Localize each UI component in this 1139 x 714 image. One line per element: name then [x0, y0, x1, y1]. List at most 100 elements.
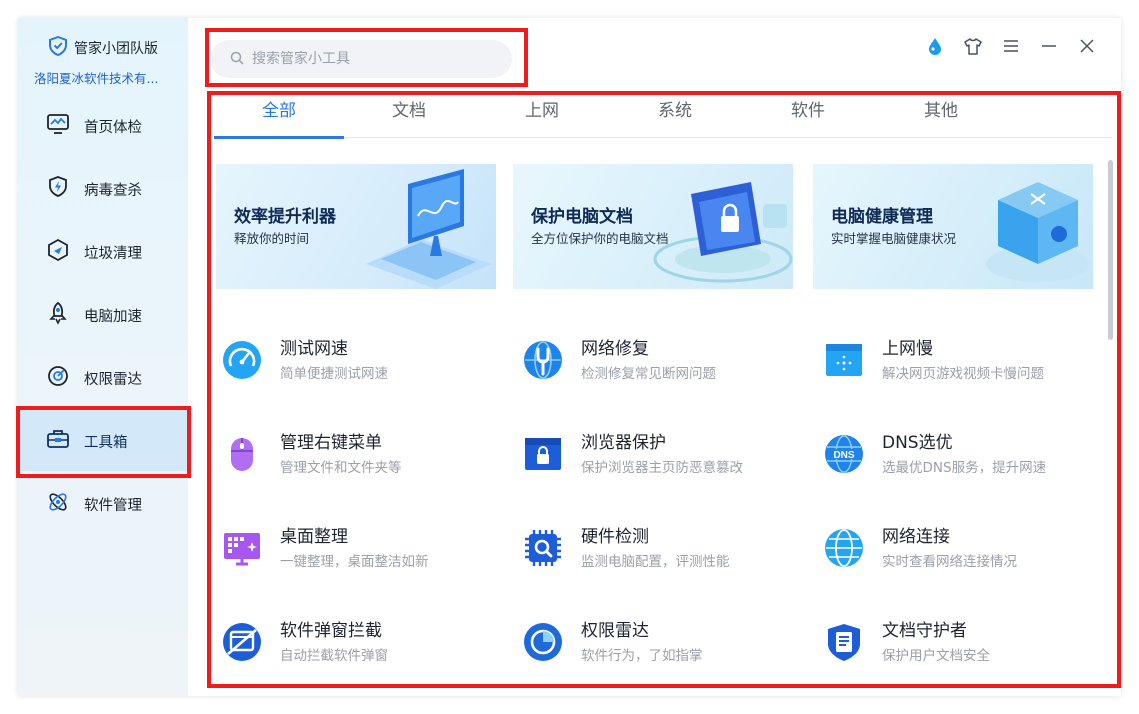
- tool-desc: 自动拦截软件弹窗: [280, 648, 388, 664]
- banner-title: 效率提升利器: [234, 207, 336, 227]
- monitor-icon: [46, 112, 70, 140]
- app-window: 管家小团队版 洛阳夏冰软件技术有... 首页体检 病毒查杀 垃圾清理 电脑加速: [18, 18, 1121, 696]
- tool-document-guard[interactable]: 文档守护者 保护用户文档安全: [818, 610, 1108, 670]
- tool-dns-optimize[interactable]: DNS DNS选优 选最优DNS服务，提升网速: [818, 422, 1108, 482]
- banner-subtitle: 释放你的时间: [234, 231, 310, 246]
- menu-icon[interactable]: [1001, 36, 1021, 56]
- tool-desc: 简单便捷测试网速: [280, 366, 388, 382]
- tool-desc: 解决网页游戏视频卡慢问题: [882, 366, 1044, 382]
- tool-popup-block[interactable]: 软件弹窗拦截 自动拦截软件弹窗: [216, 610, 506, 670]
- tool-network-connection[interactable]: 网络连接 实时查看网络连接情况: [818, 516, 1108, 576]
- tab-internet[interactable]: 上网: [477, 94, 607, 138]
- wrench-globe-icon: [523, 340, 563, 380]
- banner-title: 电脑健康管理: [831, 207, 933, 227]
- sidebar-item-virus-scan[interactable]: 病毒查杀: [18, 159, 188, 219]
- tab-all[interactable]: 全部: [214, 94, 344, 139]
- close-icon[interactable]: [1077, 36, 1097, 56]
- tab-other[interactable]: 其他: [876, 94, 1006, 138]
- banner-title: 保护电脑文档: [531, 207, 633, 227]
- sidebar: 管家小团队版 洛阳夏冰软件技术有... 首页体检 病毒查杀 垃圾清理 电脑加速: [18, 18, 188, 696]
- brand-name: 管家小团队版: [74, 41, 158, 57]
- tool-name: 浏览器保护: [581, 433, 666, 453]
- folder-lock-illustration-icon: [643, 164, 793, 289]
- banner-subtitle: 实时掌握电脑健康状况: [831, 231, 957, 246]
- document-shield-icon: [824, 622, 864, 662]
- tool-permission-radar[interactable]: 权限雷达 软件行为，了如指掌: [517, 610, 807, 670]
- tool-desc: 选最优DNS服务，提升网速: [882, 460, 1047, 476]
- sidebar-item-label: 首页体检: [84, 119, 142, 136]
- popup-block-icon: [222, 622, 262, 662]
- radar-pie-icon: [523, 622, 563, 662]
- tool-desc: 实时查看网络连接情况: [882, 554, 1017, 570]
- banner-efficiency[interactable]: 效率提升利器 释放你的时间: [216, 164, 496, 289]
- tool-name: 桌面整理: [280, 527, 348, 547]
- sidebar-item-label: 工具箱: [84, 434, 128, 451]
- tool-name: DNS选优: [882, 433, 953, 453]
- search-bar[interactable]: [210, 40, 512, 78]
- sidebar-item-label: 病毒查杀: [84, 182, 142, 199]
- tab-system[interactable]: 系统: [610, 94, 740, 138]
- tool-desc: 软件行为，了如指掌: [581, 648, 703, 664]
- water-drop-icon[interactable]: [925, 36, 945, 56]
- sidebar-item-speed-up[interactable]: 电脑加速: [18, 285, 188, 345]
- brand: 管家小团队版 洛阳夏冰软件技术有...: [34, 35, 184, 87]
- tool-desc: 管理文件和文件夹等: [280, 460, 402, 476]
- search-input[interactable]: [252, 51, 492, 67]
- apps-icon: [46, 490, 70, 518]
- tool-speed-test[interactable]: 测试网速 简单便捷测试网速: [216, 328, 506, 388]
- tool-name: 测试网速: [280, 339, 348, 359]
- minimize-icon[interactable]: [1039, 36, 1059, 56]
- content-scrollbar[interactable]: [1108, 160, 1113, 340]
- tool-name: 网络修复: [581, 339, 649, 359]
- tool-hardware-check[interactable]: 硬件检测 监测电脑配置，评测性能: [517, 516, 807, 576]
- sidebar-item-label: 软件管理: [84, 497, 142, 514]
- speedometer-icon: [222, 340, 262, 380]
- tool-desc: 检测修复常见断网问题: [581, 366, 716, 382]
- tool-name: 权限雷达: [581, 621, 649, 641]
- toolbox-icon: [46, 427, 70, 455]
- tool-name: 上网慢: [882, 339, 933, 359]
- tool-name: 文档守护者: [882, 621, 967, 641]
- tab-documents[interactable]: 文档: [344, 94, 474, 138]
- tool-name: 管理右键菜单: [280, 433, 382, 453]
- broom-icon: [46, 238, 70, 266]
- tool-context-menu[interactable]: 管理右键菜单 管理文件和文件夹等: [216, 422, 506, 482]
- tool-slow-internet[interactable]: 上网慢 解决网页游戏视频卡慢问题: [818, 328, 1108, 388]
- monitor-illustration-icon: [346, 164, 496, 289]
- banner-protect-docs[interactable]: 保护电脑文档 全方位保护你的电脑文档: [513, 164, 793, 289]
- mouse-icon: [222, 434, 262, 474]
- tool-desc: 保护浏览器主页防恶意篡改: [581, 460, 743, 476]
- tab-software[interactable]: 软件: [743, 94, 873, 138]
- sidebar-item-label: 垃圾清理: [84, 245, 142, 262]
- shield-logo-icon: [48, 35, 68, 60]
- browser-lock-icon: [523, 434, 563, 474]
- tool-desktop-tidy[interactable]: 桌面整理 一键整理，桌面整洁如新: [216, 516, 506, 576]
- sidebar-item-label: 电脑加速: [84, 308, 142, 325]
- skin-shirt-icon[interactable]: [963, 36, 983, 56]
- browser-loading-icon: [824, 340, 864, 380]
- sidebar-item-label: 权限雷达: [84, 371, 142, 388]
- shield-bolt-icon: [46, 175, 70, 203]
- organization-link[interactable]: 洛阳夏冰软件技术有...: [34, 68, 184, 87]
- tool-name: 网络连接: [882, 527, 950, 547]
- rocket-icon: [46, 301, 70, 329]
- banner-health-manage[interactable]: 电脑健康管理 实时掌握电脑健康状况: [813, 164, 1093, 289]
- window-controls: [925, 36, 1097, 56]
- tool-network-repair[interactable]: 网络修复 检测修复常见断网问题: [517, 328, 807, 388]
- sidebar-item-software-manage[interactable]: 软件管理: [18, 474, 188, 534]
- tool-desc: 一键整理，桌面整洁如新: [280, 554, 429, 570]
- tool-browser-protect[interactable]: 浏览器保护 保护浏览器主页防恶意篡改: [517, 422, 807, 482]
- sidebar-item-permission-radar[interactable]: 权限雷达: [18, 348, 188, 408]
- sidebar-item-junk-clean[interactable]: 垃圾清理: [18, 222, 188, 282]
- svg-text:DNS: DNS: [833, 450, 854, 461]
- tool-name: 硬件检测: [581, 527, 649, 547]
- search-icon: [230, 50, 244, 69]
- sidebar-item-toolbox[interactable]: 工具箱: [18, 411, 188, 471]
- tool-desc: 监测电脑配置，评测性能: [581, 554, 730, 570]
- sidebar-item-home-check[interactable]: 首页体检: [18, 96, 188, 156]
- radar-icon: [46, 364, 70, 392]
- tool-name: 软件弹窗拦截: [280, 621, 382, 641]
- globe-icon: [824, 528, 864, 568]
- tool-desc: 保护用户文档安全: [882, 648, 990, 664]
- cube-illustration-icon: [943, 164, 1093, 289]
